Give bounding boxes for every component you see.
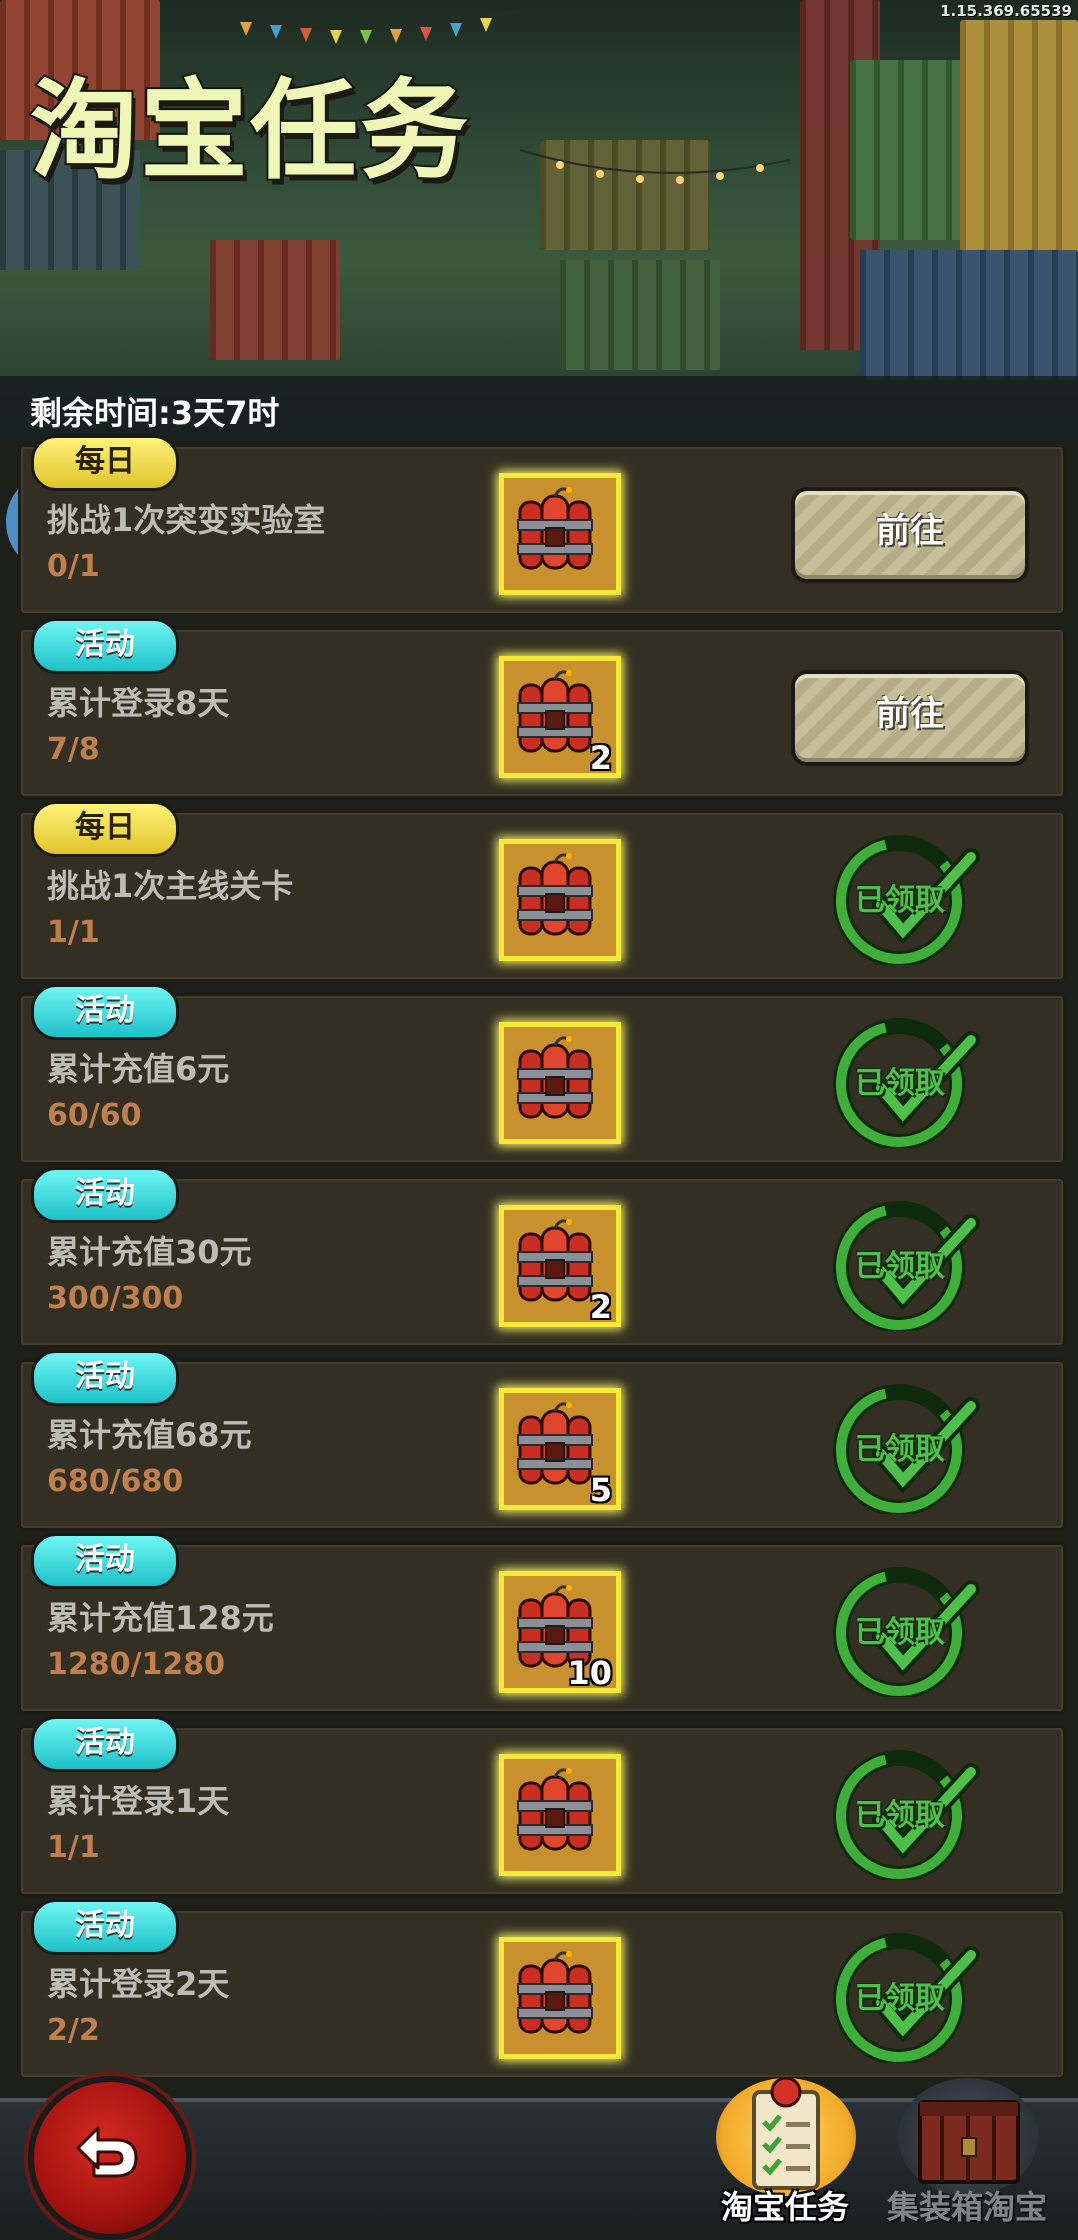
- task-progress: 2/2: [47, 2013, 100, 2048]
- task-name: 挑战1次主线关卡: [47, 867, 294, 905]
- task-progress: 7/8: [47, 732, 100, 767]
- reward-slot[interactable]: 2: [499, 656, 621, 778]
- claimed-label: 已领取: [855, 1249, 945, 1284]
- claimed-stamp: 已领取: [831, 1018, 981, 1148]
- container-crate-icon: [898, 2078, 1038, 2196]
- task-name: 累计登录8天: [47, 684, 230, 722]
- task-progress: 300/300: [47, 1281, 184, 1316]
- reward-slot[interactable]: [499, 473, 621, 595]
- page-title: 淘宝任务: [28, 69, 471, 194]
- task-tag: 活动: [31, 1899, 179, 1955]
- claimed-label: 已领取: [855, 1615, 945, 1650]
- task-tag: 活动: [31, 1716, 179, 1772]
- claimed-stamp: 已领取: [831, 1201, 981, 1331]
- task-row-8: 活动 累计登录1天 1/1 已领取: [18, 1716, 1066, 1897]
- task-tag: 每日: [31, 801, 179, 857]
- dynamite-bundle-icon: [517, 1768, 593, 1851]
- task-name: 挑战1次突变实验室: [47, 501, 326, 539]
- task-tag: 活动: [31, 618, 179, 674]
- task-progress: 1/1: [47, 915, 100, 950]
- dynamite-bundle-icon: [517, 1036, 593, 1119]
- dynamite-bundle-icon: [517, 853, 593, 936]
- reward-slot[interactable]: [499, 839, 621, 961]
- reward-slot[interactable]: [499, 1937, 621, 2059]
- back-arrow-icon: [76, 2126, 138, 2178]
- back-button[interactable]: [28, 2076, 192, 2240]
- version-label: 1.15.369.65539: [940, 2, 1072, 20]
- bg-container: [860, 250, 1078, 380]
- reward-count: 2: [589, 1288, 612, 1326]
- tab-treasure-tasks[interactable]: 淘宝任务: [700, 2068, 870, 2228]
- claimed-label: 已领取: [855, 1066, 945, 1101]
- task-progress: 1/1: [47, 1830, 100, 1865]
- task-tag: 活动: [31, 1533, 179, 1589]
- timer-bar: 剩余时间:3天7时: [0, 376, 1078, 437]
- task-name: 累计登录1天: [47, 1782, 230, 1820]
- tab-label: 集装箱淘宝: [886, 2188, 1047, 2226]
- tab-container-treasure[interactable]: 集装箱淘宝: [882, 2068, 1052, 2228]
- reward-slot[interactable]: 10: [499, 1571, 621, 1693]
- remaining-time-text: 剩余时间:3天7时: [30, 394, 280, 432]
- dynamite-bundle-icon: [517, 1219, 593, 1302]
- claimed-stamp: 已领取: [831, 1384, 981, 1514]
- goto-button[interactable]: 前往: [791, 670, 1029, 766]
- task-row-2: 活动 累计登录8天 7/8 2 前往: [18, 618, 1066, 799]
- task-progress: 60/60: [47, 1098, 142, 1133]
- task-progress: 680/680: [47, 1464, 184, 1499]
- reward-slot[interactable]: 2: [499, 1205, 621, 1327]
- task-row-9: 活动 累计登录2天 2/2 已领取: [18, 1899, 1066, 2080]
- task-name: 累计充值30元: [47, 1233, 252, 1271]
- dynamite-bundle-icon: [517, 1951, 593, 2034]
- reward-slot[interactable]: [499, 1022, 621, 1144]
- task-row-1: 每日 挑战1次突变实验室 0/1 前往: [18, 435, 1066, 616]
- task-tag: 每日: [31, 435, 179, 491]
- reward-slot[interactable]: [499, 1754, 621, 1876]
- task-progress: 1280/1280: [47, 1647, 225, 1682]
- tab-label: 淘宝任务: [720, 2188, 849, 2226]
- task-row-4: 活动 累计充值6元 60/60 已领取: [18, 984, 1066, 1165]
- claimed-label: 已领取: [855, 1798, 945, 1833]
- claimed-stamp: 已领取: [831, 1750, 981, 1880]
- task-row-3: 每日 挑战1次主线关卡 1/1 已领取: [18, 801, 1066, 982]
- dynamite-bundle-icon: [517, 1402, 593, 1485]
- task-name: 累计充值6元: [47, 1050, 230, 1088]
- task-progress: 0/1: [47, 549, 100, 584]
- claimed-label: 已领取: [855, 1432, 945, 1467]
- task-row-5: 活动 累计充值30元 300/300 2 已领取: [18, 1167, 1066, 1348]
- dynamite-bundle-icon: [517, 487, 593, 570]
- task-scroll-icon: [716, 2076, 856, 2196]
- bg-container: [560, 260, 720, 370]
- task-tag: 活动: [31, 984, 179, 1040]
- claimed-stamp: 已领取: [831, 1567, 981, 1697]
- reward-count: 10: [567, 1654, 612, 1692]
- claimed-label: 已领取: [855, 883, 945, 918]
- bg-container: [210, 240, 340, 360]
- task-tag: 活动: [31, 1350, 179, 1406]
- reward-count: 5: [589, 1471, 612, 1509]
- task-row-7: 活动 累计充值128元 1280/1280 10 已领取: [18, 1533, 1066, 1714]
- claimed-label: 已领取: [855, 1981, 945, 2016]
- reward-slot[interactable]: 5: [499, 1388, 621, 1510]
- task-name: 累计充值68元: [47, 1416, 252, 1454]
- dynamite-bundle-icon: [517, 670, 593, 753]
- claimed-stamp: 已领取: [831, 835, 981, 965]
- goto-button[interactable]: 前往: [791, 487, 1029, 583]
- header-banner: 1.15.369.65539 淘宝任务 剩余时间:3天7时: [0, 0, 1078, 437]
- task-name: 累计充值128元: [47, 1599, 274, 1637]
- task-row-6: 活动 累计充值68元 680/680 5 已领取: [18, 1350, 1066, 1531]
- claimed-stamp: 已领取: [831, 1933, 981, 2063]
- task-name: 累计登录2天: [47, 1965, 230, 2003]
- reward-count: 2: [589, 739, 612, 777]
- task-tag: 活动: [31, 1167, 179, 1223]
